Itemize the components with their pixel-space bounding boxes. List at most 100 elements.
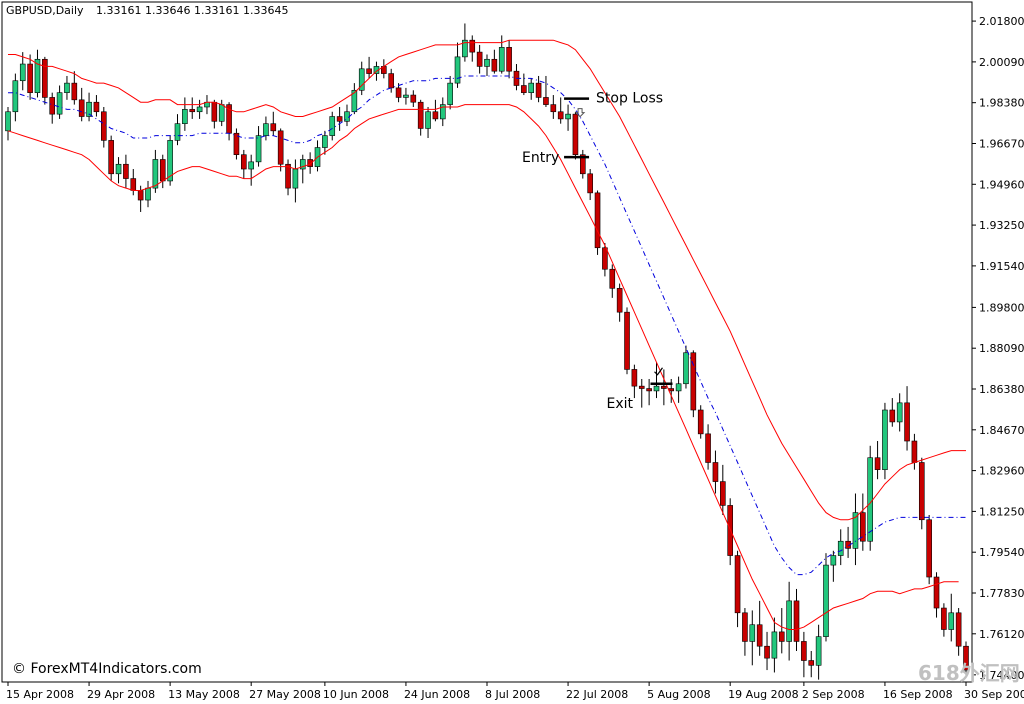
candle-bull	[263, 123, 269, 136]
candle-bear	[476, 51, 483, 67]
candle-bear	[49, 97, 56, 115]
candle-bear	[71, 82, 78, 101]
date-tick-label: 19 Aug 2008	[728, 688, 798, 701]
candle-bear	[705, 433, 711, 463]
exit-label: Exit	[606, 396, 633, 412]
candle-bear	[609, 268, 616, 289]
date-tick-label: 24 Jun 2008	[404, 688, 470, 701]
ohlc-readout: 1.33161 1.33646 1.33161 1.33645	[96, 4, 288, 17]
candle-bear	[594, 192, 601, 249]
date-tick-label: 10 Jun 2008	[323, 688, 389, 701]
candle-bear	[469, 39, 476, 53]
candle-bear	[616, 288, 623, 313]
candle-bear	[550, 104, 557, 113]
candle-bull	[653, 385, 660, 392]
candle-bear	[410, 94, 417, 103]
candle-bear	[130, 178, 137, 191]
candle-bear	[793, 600, 800, 642]
candle-bear	[432, 111, 439, 120]
price-tick-label: 1.81250	[979, 505, 1024, 518]
candle-bear	[277, 130, 284, 165]
candle-bear	[624, 311, 630, 370]
date-tick-label: 27 May 2008	[249, 688, 321, 701]
candle-bull	[218, 104, 225, 122]
candle-bull	[823, 564, 829, 637]
candle-bear	[189, 109, 196, 113]
price-tick-label: 1.79540	[979, 546, 1024, 559]
candle-bear	[720, 481, 726, 506]
candle-bull	[484, 58, 490, 67]
price-tick-label: 1.88090	[979, 342, 1024, 355]
candle-bear	[159, 159, 166, 182]
price-tick-label: 1.76120	[979, 628, 1024, 641]
candle-bull	[196, 106, 203, 113]
date-tick-label: 2 Sep 2008	[802, 688, 865, 701]
candle-bear	[661, 385, 667, 389]
candle-bear	[101, 111, 107, 141]
candle-bear	[860, 512, 866, 542]
candle-bear	[137, 190, 144, 201]
date-tick-label: 16 Sep 2008	[883, 688, 953, 701]
candle-bear	[778, 631, 785, 642]
candle-bull	[830, 555, 837, 566]
candle-bear	[904, 402, 910, 442]
candle-bull	[837, 540, 844, 556]
candle-bear	[638, 385, 645, 389]
date-tick-label: 8 Jul 2008	[485, 688, 540, 701]
price-tick-label: 2.00090	[979, 56, 1024, 69]
candle-bear	[93, 101, 100, 113]
candle-bull	[115, 163, 122, 175]
candle-bull	[896, 402, 903, 423]
price-tick-label: 1.98380	[979, 97, 1024, 110]
symbol-label: GBPUSD,Daily	[6, 4, 84, 17]
price-tick-label: 1.77830	[979, 587, 1024, 600]
price-tick-label: 1.89800	[979, 301, 1024, 314]
date-tick-label: 5 Aug 2008	[647, 688, 710, 701]
candle-bull	[528, 82, 535, 93]
candle-bear	[506, 47, 512, 72]
date-tick-label: 30 Sep 2008	[964, 688, 1024, 701]
candle-bear	[388, 73, 395, 89]
candle-bull	[292, 168, 299, 189]
date-tick-label: 15 Apr 2008	[6, 688, 74, 701]
candle-bull	[882, 409, 888, 470]
candle-bull	[498, 47, 505, 72]
candle-bear	[108, 140, 114, 175]
copyright-watermark: © ForexMT4Indicators.com	[12, 661, 202, 677]
candle-bear	[602, 247, 608, 270]
price-tick-label: 2.01800	[979, 15, 1024, 28]
price-tick-label: 1.84670	[979, 424, 1024, 437]
candle-bear	[889, 409, 896, 423]
price-tick-label: 1.94960	[979, 178, 1024, 191]
candle-bear	[491, 58, 498, 72]
price-tick-label: 1.91540	[979, 260, 1024, 273]
candle-bull	[145, 187, 151, 201]
candle-bull	[182, 109, 188, 124]
candle-bull	[867, 457, 874, 542]
candle-bear	[123, 163, 129, 179]
candle-bear	[535, 82, 542, 98]
candle-bull	[948, 612, 955, 630]
candle-bear	[211, 101, 218, 122]
candle-bull	[771, 631, 778, 659]
candle-bull	[56, 92, 63, 115]
price-tick-label: 1.82960	[979, 465, 1024, 478]
candle-bull	[815, 636, 822, 666]
candle-bear	[926, 519, 932, 578]
candle-bull	[248, 161, 254, 170]
price-tick-label: 1.93250	[979, 219, 1024, 232]
candle-bull	[12, 80, 19, 113]
candle-bull	[329, 116, 336, 136]
date-tick-label: 29 Apr 2008	[87, 688, 155, 701]
candle-bull	[64, 82, 70, 93]
candle-bull	[403, 94, 409, 98]
candle-bear	[557, 111, 564, 120]
candle-bear	[241, 154, 247, 170]
candle-bear	[27, 63, 33, 93]
candle-bear	[712, 462, 719, 482]
candle-bear	[764, 645, 770, 659]
candle-bull	[174, 123, 181, 141]
candle-bear	[941, 607, 947, 630]
date-tick-label: 13 May 2008	[168, 688, 240, 701]
candle-bear	[646, 388, 652, 392]
